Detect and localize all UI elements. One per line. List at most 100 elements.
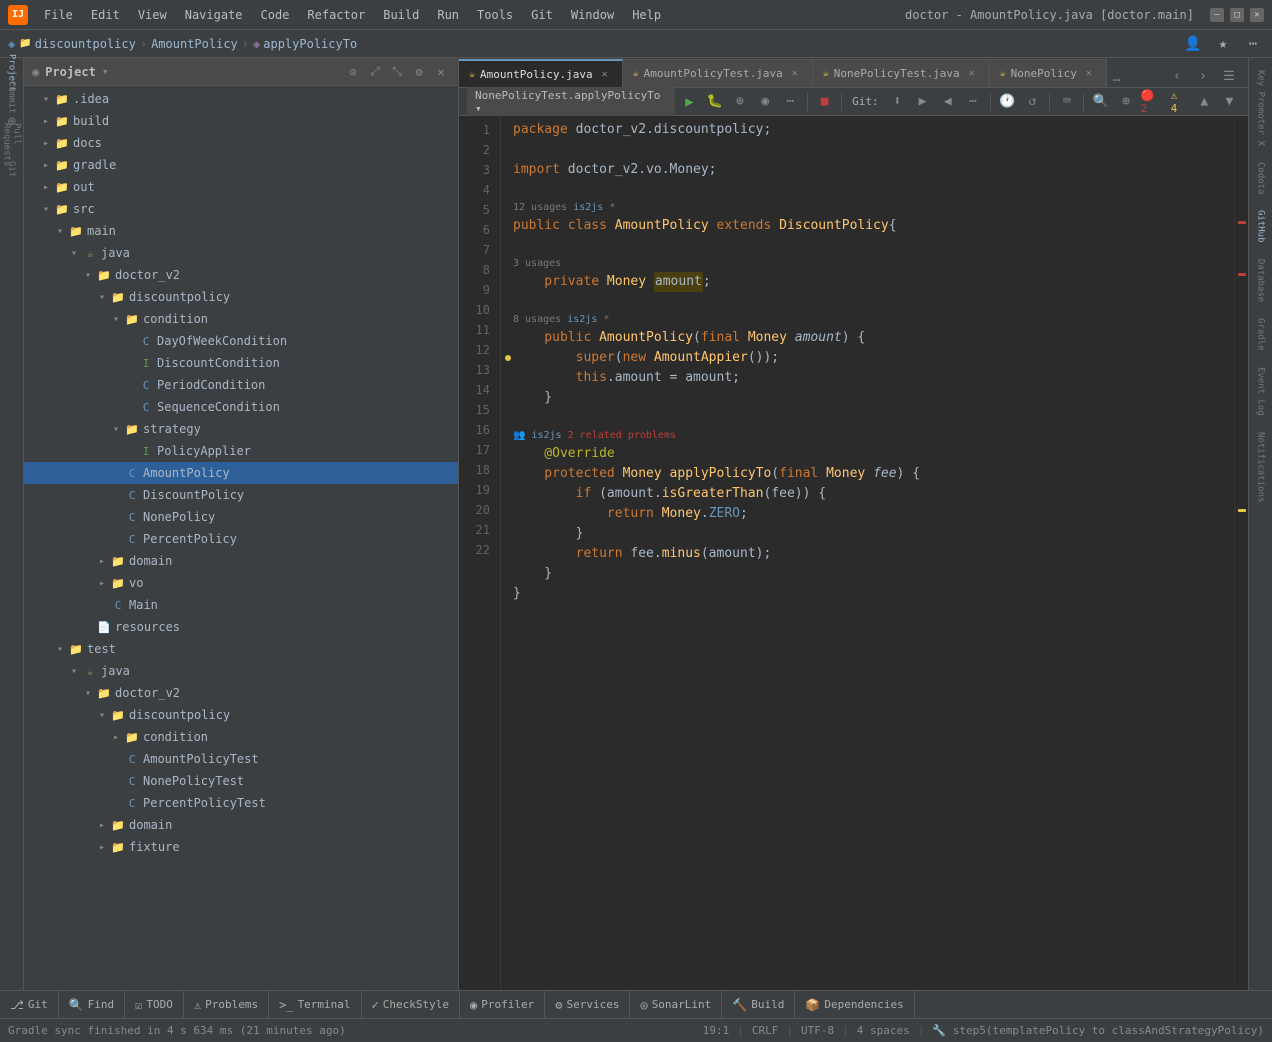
tree-item-src[interactable]: ▾📁src bbox=[24, 198, 458, 220]
bottom-services-btn[interactable]: ⚙ Services bbox=[545, 991, 630, 1019]
menu-item-edit[interactable]: Edit bbox=[83, 6, 128, 24]
right-sidebar-gradle[interactable]: Gradle bbox=[1250, 310, 1272, 359]
tree-item-Main[interactable]: CMain bbox=[24, 594, 458, 616]
git-more-icon[interactable]: ⋯ bbox=[962, 91, 983, 113]
minimize-button[interactable]: — bbox=[1210, 8, 1224, 22]
bottom-todo-btn[interactable]: ☑ TODO bbox=[125, 991, 184, 1019]
vertical-scrollbar[interactable] bbox=[1234, 116, 1248, 990]
bottom-git-btn[interactable]: ⎇ Git bbox=[0, 991, 59, 1019]
breadcrumb-bookmark-icon[interactable]: ★ bbox=[1212, 33, 1234, 55]
tab-amountpolicytest[interactable]: ☕ AmountPolicyTest.java ✕ bbox=[623, 59, 813, 87]
close-button[interactable]: ✕ bbox=[1250, 8, 1264, 22]
right-sidebar-notifications[interactable]: Notifications bbox=[1250, 424, 1272, 510]
tree-item-resources[interactable]: 📄resources bbox=[24, 616, 458, 638]
search-icon[interactable]: 🔍 bbox=[1090, 91, 1111, 113]
tab-nonepolicytest[interactable]: ☕ NonePolicyTest.java ✕ bbox=[813, 59, 990, 87]
bottom-sonarlint-btn[interactable]: ◎ SonarLint bbox=[630, 991, 722, 1019]
right-sidebar-github[interactable]: GitHub bbox=[1250, 202, 1272, 251]
menu-item-view[interactable]: View bbox=[130, 6, 175, 24]
tree-item-AmountPolicy[interactable]: CAmountPolicy bbox=[24, 462, 458, 484]
bottom-problems-btn[interactable]: ⚠ Problems bbox=[184, 991, 269, 1019]
tree-item-doctor_v2_test[interactable]: ▾📁doctor_v2 bbox=[24, 682, 458, 704]
revert-icon[interactable]: ↺ bbox=[1022, 91, 1043, 113]
git-push-icon[interactable]: ▶ bbox=[912, 91, 933, 113]
sidebar-pullrequest-icon[interactable]: Pull Requests bbox=[1, 134, 23, 156]
tabs-more-button[interactable]: ⋯ bbox=[1107, 73, 1126, 87]
bottom-checkstyle-btn[interactable]: ✓ CheckStyle bbox=[362, 991, 460, 1019]
tree-item-discountpolicy[interactable]: ▾📁discountpolicy bbox=[24, 286, 458, 308]
status-charset[interactable]: UTF-8 bbox=[801, 1024, 834, 1037]
menu-item-navigate[interactable]: Navigate bbox=[177, 6, 251, 24]
more-run-icon[interactable]: ⋯ bbox=[780, 91, 801, 113]
tree-item-PercentPolicyTest[interactable]: CPercentPolicyTest bbox=[24, 792, 458, 814]
tab-amountpolicy[interactable]: ☕ AmountPolicy.java ✕ bbox=[459, 59, 623, 87]
right-sidebar-keypromoter[interactable]: Key Promoter X bbox=[1250, 62, 1272, 154]
tab-close-icon-2[interactable]: ✕ bbox=[788, 67, 802, 81]
status-position[interactable]: 19:1 bbox=[703, 1024, 730, 1037]
menu-item-file[interactable]: File bbox=[36, 6, 81, 24]
tab-scroll-right-icon[interactable]: › bbox=[1192, 65, 1214, 87]
project-gear-icon[interactable]: ⚙ bbox=[410, 63, 428, 81]
tree-item-vo[interactable]: ▸📁vo bbox=[24, 572, 458, 594]
bottom-terminal-btn[interactable]: >_ Terminal bbox=[269, 991, 361, 1019]
nav-icon[interactable]: ⊕ bbox=[1115, 91, 1136, 113]
tree-item-DayOfWeekCondition[interactable]: CDayOfWeekCondition bbox=[24, 330, 458, 352]
tree-item-discountpolicy_test[interactable]: ▾📁discountpolicy bbox=[24, 704, 458, 726]
git-fetch-icon[interactable]: ⬇ bbox=[887, 91, 908, 113]
right-sidebar-database[interactable]: Database bbox=[1250, 251, 1272, 310]
tree-item-NonePolicyTest[interactable]: CNonePolicyTest bbox=[24, 770, 458, 792]
tree-item-java_test[interactable]: ▾☕java bbox=[24, 660, 458, 682]
breadcrumb-discountpolicy[interactable]: 📁 discountpolicy bbox=[19, 37, 136, 51]
scroll-down-icon[interactable]: ▼ bbox=[1219, 91, 1240, 113]
maximize-button[interactable]: □ bbox=[1230, 8, 1244, 22]
status-crlf[interactable]: CRLF bbox=[752, 1024, 779, 1037]
stop-button[interactable]: ■ bbox=[814, 91, 835, 113]
tree-item-domain_test[interactable]: ▸📁domain bbox=[24, 814, 458, 836]
tab-close-icon-3[interactable]: ✕ bbox=[965, 67, 979, 81]
debug-button[interactable]: 🐛 bbox=[704, 91, 725, 113]
tree-item-doctor_v2[interactable]: ▾📁doctor_v2 bbox=[24, 264, 458, 286]
sidebar-git-icon[interactable]: Git bbox=[1, 158, 23, 180]
tree-item-fixture[interactable]: ▸📁fixture bbox=[24, 836, 458, 858]
tree-item-test[interactable]: ▾📁test bbox=[24, 638, 458, 660]
tree-item-condition[interactable]: ▾📁condition bbox=[24, 308, 458, 330]
tree-item-docs[interactable]: ▸📁docs bbox=[24, 132, 458, 154]
breadcrumb-method[interactable]: ◈ applyPolicyTo bbox=[253, 37, 357, 51]
tree-item-AmountPolicyTest[interactable]: CAmountPolicyTest bbox=[24, 748, 458, 770]
right-sidebar-codota[interactable]: Codota bbox=[1250, 154, 1272, 203]
bottom-dependencies-btn[interactable]: 📦 Dependencies bbox=[795, 991, 914, 1019]
tab-close-icon-4[interactable]: ✕ bbox=[1082, 67, 1096, 81]
tree-item-PolicyApplier[interactable]: IPolicyApplier bbox=[24, 440, 458, 462]
tree-item-java[interactable]: ▾☕java bbox=[24, 242, 458, 264]
menu-item-refactor[interactable]: Refactor bbox=[299, 6, 373, 24]
tree-item-PercentPolicy[interactable]: CPercentPolicy bbox=[24, 528, 458, 550]
project-locate-icon[interactable]: ⊙ bbox=[344, 63, 362, 81]
translate-icon[interactable]: ⌨ bbox=[1056, 91, 1077, 113]
coverage-button[interactable]: ⊕ bbox=[729, 91, 750, 113]
tab-more-options-icon[interactable]: ☰ bbox=[1218, 65, 1240, 87]
project-expand-icon[interactable]: ⤢ bbox=[366, 63, 384, 81]
sidebar-commit-icon[interactable]: Commit bbox=[1, 86, 23, 108]
tree-item-NonePolicy[interactable]: CNonePolicy bbox=[24, 506, 458, 528]
project-collapse-icon[interactable]: ⤡ bbox=[388, 63, 406, 81]
menu-item-tools[interactable]: Tools bbox=[469, 6, 521, 24]
breadcrumb-user-icon[interactable]: 👤 bbox=[1182, 33, 1204, 55]
tab-scroll-left-icon[interactable]: ‹ bbox=[1166, 65, 1188, 87]
right-sidebar-eventlog[interactable]: Event Log bbox=[1250, 359, 1272, 424]
code-editor[interactable]: package doctor_v2.discountpolicy; import… bbox=[501, 116, 1234, 990]
menu-item-window[interactable]: Window bbox=[563, 6, 622, 24]
breadcrumb-menu-icon[interactable]: ⋯ bbox=[1242, 33, 1264, 55]
status-branch[interactable]: 🔧 step5(templatePolicy to classAndStrate… bbox=[932, 1024, 1264, 1037]
project-dropdown[interactable]: ▾ bbox=[102, 65, 109, 78]
project-close-icon[interactable]: ✕ bbox=[432, 63, 450, 81]
menu-item-run[interactable]: Run bbox=[429, 6, 467, 24]
tree-item-SequenceCondition[interactable]: CSequenceCondition bbox=[24, 396, 458, 418]
tree-item-gradle[interactable]: ▸📁gradle bbox=[24, 154, 458, 176]
error-count[interactable]: 🔴 2 bbox=[1141, 89, 1167, 115]
scroll-up-icon[interactable]: ▲ bbox=[1194, 91, 1215, 113]
profile-button[interactable]: ◉ bbox=[755, 91, 776, 113]
bottom-find-btn[interactable]: 🔍 Find bbox=[59, 991, 125, 1019]
menu-item-code[interactable]: Code bbox=[253, 6, 298, 24]
tree-item-domain[interactable]: ▸📁domain bbox=[24, 550, 458, 572]
tree-item-idea[interactable]: ▾📁.idea bbox=[24, 88, 458, 110]
